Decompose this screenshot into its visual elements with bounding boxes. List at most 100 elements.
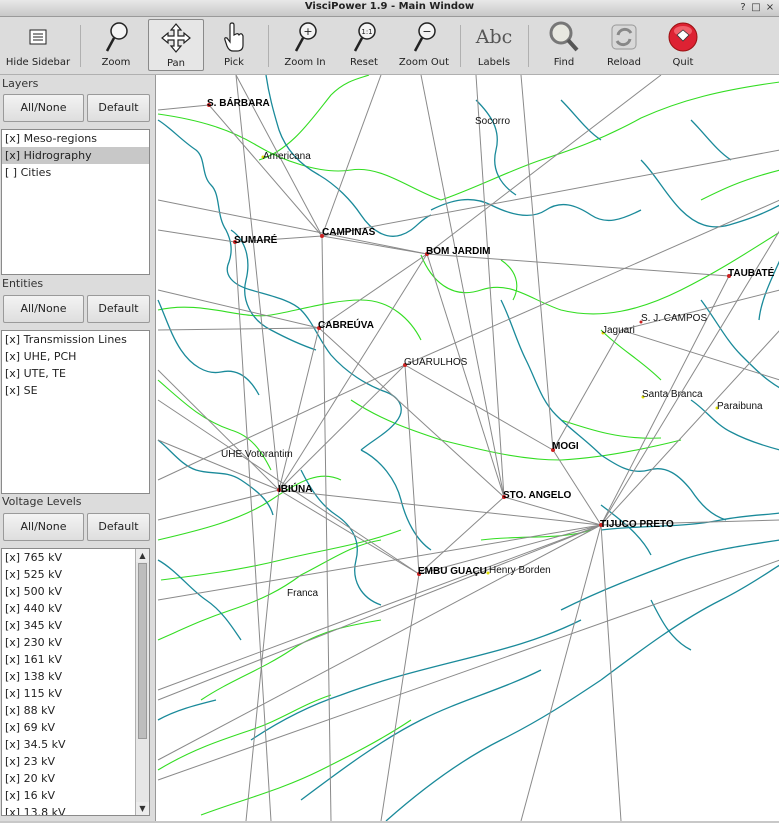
substation-label: BOM JARDIM: [426, 246, 490, 257]
list-item[interactable]: [x] 525 kV: [2, 566, 149, 583]
pan-arrows-icon: [161, 23, 191, 53]
scroll-up-icon[interactable]: ▲: [136, 549, 149, 562]
voltage-scrollbar[interactable]: ▲ ▼: [135, 549, 149, 815]
list-item[interactable]: [x] 23 kV: [2, 753, 149, 770]
labels-label: Labels: [477, 57, 511, 68]
reload-button[interactable]: Reload: [598, 19, 650, 71]
pan-button[interactable]: Pan: [148, 19, 204, 71]
substation-label: CAMPINAS: [322, 227, 376, 238]
substation-label: CABREÚVA: [318, 318, 374, 331]
place-label: UHE Votorantim: [221, 449, 293, 460]
transmission-lines: [157, 75, 779, 821]
list-item[interactable]: [x] 20 kV: [2, 770, 149, 787]
list-item[interactable]: [x] 500 kV: [2, 583, 149, 600]
zoom-in-button[interactable]: + Zoom In: [278, 19, 332, 71]
list-item[interactable]: [x] 230 kV: [2, 634, 149, 651]
zoom-in-label: Zoom In: [284, 57, 326, 68]
place-label: Socorro: [475, 116, 510, 127]
find-magnifier-icon: [549, 21, 579, 52]
list-item[interactable]: [x] 345 kV: [2, 617, 149, 634]
magnifier-icon: [105, 22, 128, 52]
zoom-in-icon: +: [294, 22, 317, 52]
find-button[interactable]: Find: [538, 19, 590, 71]
labels-button[interactable]: Abc Labels: [468, 19, 520, 71]
zoom-button[interactable]: Zoom: [90, 19, 142, 71]
list-item[interactable]: [x] 34.5 kV: [2, 736, 149, 753]
list-item[interactable]: [x] Meso-regions: [2, 130, 149, 147]
list-item[interactable]: [x] 69 kV: [2, 719, 149, 736]
list-item[interactable]: [x] 440 kV: [2, 600, 149, 617]
list-item[interactable]: [x] UTE, TE: [2, 365, 149, 382]
voltage-title: Voltage Levels: [2, 495, 82, 508]
list-item[interactable]: [x] UHE, PCH: [2, 348, 149, 365]
help-icon[interactable]: ?: [737, 2, 749, 14]
entities-list: [x] Transmission Lines [x] UHE, PCH [x] …: [1, 330, 150, 494]
sidebar: Layers All/None Default [x] Meso-regions…: [0, 75, 154, 823]
voltage-default-button[interactable]: Default: [87, 513, 150, 541]
voltage-all-none-button[interactable]: All/None: [3, 513, 84, 541]
zoom-reset-icon: 1:1: [353, 22, 376, 52]
pick-label: Pick: [224, 57, 244, 68]
maximize-icon[interactable]: □: [750, 2, 762, 14]
toolbar-separator: [80, 25, 81, 67]
title-bar: VisciPower 1.9 - Main Window ? □ ×: [0, 0, 779, 17]
reset-button[interactable]: 1:1 Reset: [338, 19, 390, 71]
zoom-out-button[interactable]: − Zoom Out: [396, 19, 452, 71]
zoom-out-icon: −: [413, 22, 436, 52]
substation-label: TIJUCO PRETO: [600, 519, 674, 530]
entities-default-button[interactable]: Default: [87, 295, 150, 323]
abc-labels-icon: Abc: [475, 26, 513, 48]
place-label: Jaguari: [602, 325, 635, 336]
substation-label: STO. ANGELO: [503, 490, 572, 501]
hide-sidebar-button[interactable]: Hide Sidebar: [4, 19, 72, 71]
list-item[interactable]: [x] 765 kV: [2, 549, 149, 566]
place-labels: Socorro Americana GUARULHOS S. J. CAMPOS…: [221, 116, 763, 599]
substation-label: MOGI: [552, 441, 579, 452]
place-label: Paraibuna: [717, 401, 763, 412]
place-label: Franca: [287, 588, 319, 599]
layers-list: [x] Meso-regions [x] Hidrography [ ] Cit…: [1, 129, 150, 275]
list-item[interactable]: [ ] Cities: [2, 164, 149, 181]
entities-all-none-button[interactable]: All/None: [3, 295, 84, 323]
layers-all-none-button[interactable]: All/None: [3, 94, 84, 122]
list-item[interactable]: [x] 88 kV: [2, 702, 149, 719]
scrollbar-thumb[interactable]: [138, 563, 147, 739]
quit-label: Quit: [672, 57, 694, 68]
hand-pointer-icon: [224, 22, 244, 52]
list-item[interactable]: [x] 161 kV: [2, 651, 149, 668]
place-label: S. J. CAMPOS: [641, 313, 707, 324]
place-label: GUARULHOS: [404, 357, 468, 368]
quit-button[interactable]: Quit: [658, 19, 708, 71]
pick-button[interactable]: Pick: [210, 19, 258, 71]
substations: S. BÁRBARA SUMARÉ CAMPINAS BOM JARDIM TA…: [207, 96, 775, 577]
list-item[interactable]: [x] SE: [2, 382, 149, 399]
reload-label: Reload: [606, 57, 642, 68]
find-label: Find: [553, 57, 575, 68]
list-item[interactable]: [x] 138 kV: [2, 668, 149, 685]
list-item[interactable]: [x] Hidrography: [2, 147, 149, 164]
close-icon[interactable]: ×: [764, 2, 776, 14]
toolbar-separator: [528, 25, 529, 67]
pan-label: Pan: [166, 58, 186, 69]
list-item[interactable]: [x] 13.8 kV: [2, 804, 149, 815]
svg-text:+: +: [303, 25, 312, 38]
entities-title: Entities: [2, 277, 44, 290]
list-item[interactable]: [x] Transmission Lines: [2, 331, 149, 348]
reload-icon: [611, 24, 637, 50]
scroll-down-icon[interactable]: ▼: [136, 802, 149, 815]
place-label: Henry Borden: [489, 565, 551, 576]
reset-label: Reset: [350, 57, 378, 68]
substation-label: IBIÚNA: [278, 482, 312, 495]
substation-label: EMBU GUAÇU: [418, 566, 487, 577]
quit-icon: [668, 22, 698, 52]
toolbar-separator: [268, 25, 269, 67]
zoom-out-label: Zoom Out: [398, 57, 450, 68]
toolbar-separator: [460, 25, 461, 67]
layers-default-button[interactable]: Default: [87, 94, 150, 122]
list-item[interactable]: [x] 115 kV: [2, 685, 149, 702]
map-canvas[interactable]: S. BÁRBARA SUMARÉ CAMPINAS BOM JARDIM TA…: [155, 75, 779, 821]
list-item[interactable]: [x] 16 kV: [2, 787, 149, 804]
voltage-list: [x] 765 kV [x] 525 kV [x] 500 kV [x] 440…: [1, 548, 150, 816]
river-network: [157, 75, 779, 821]
svg-text:1:1: 1:1: [361, 28, 372, 36]
